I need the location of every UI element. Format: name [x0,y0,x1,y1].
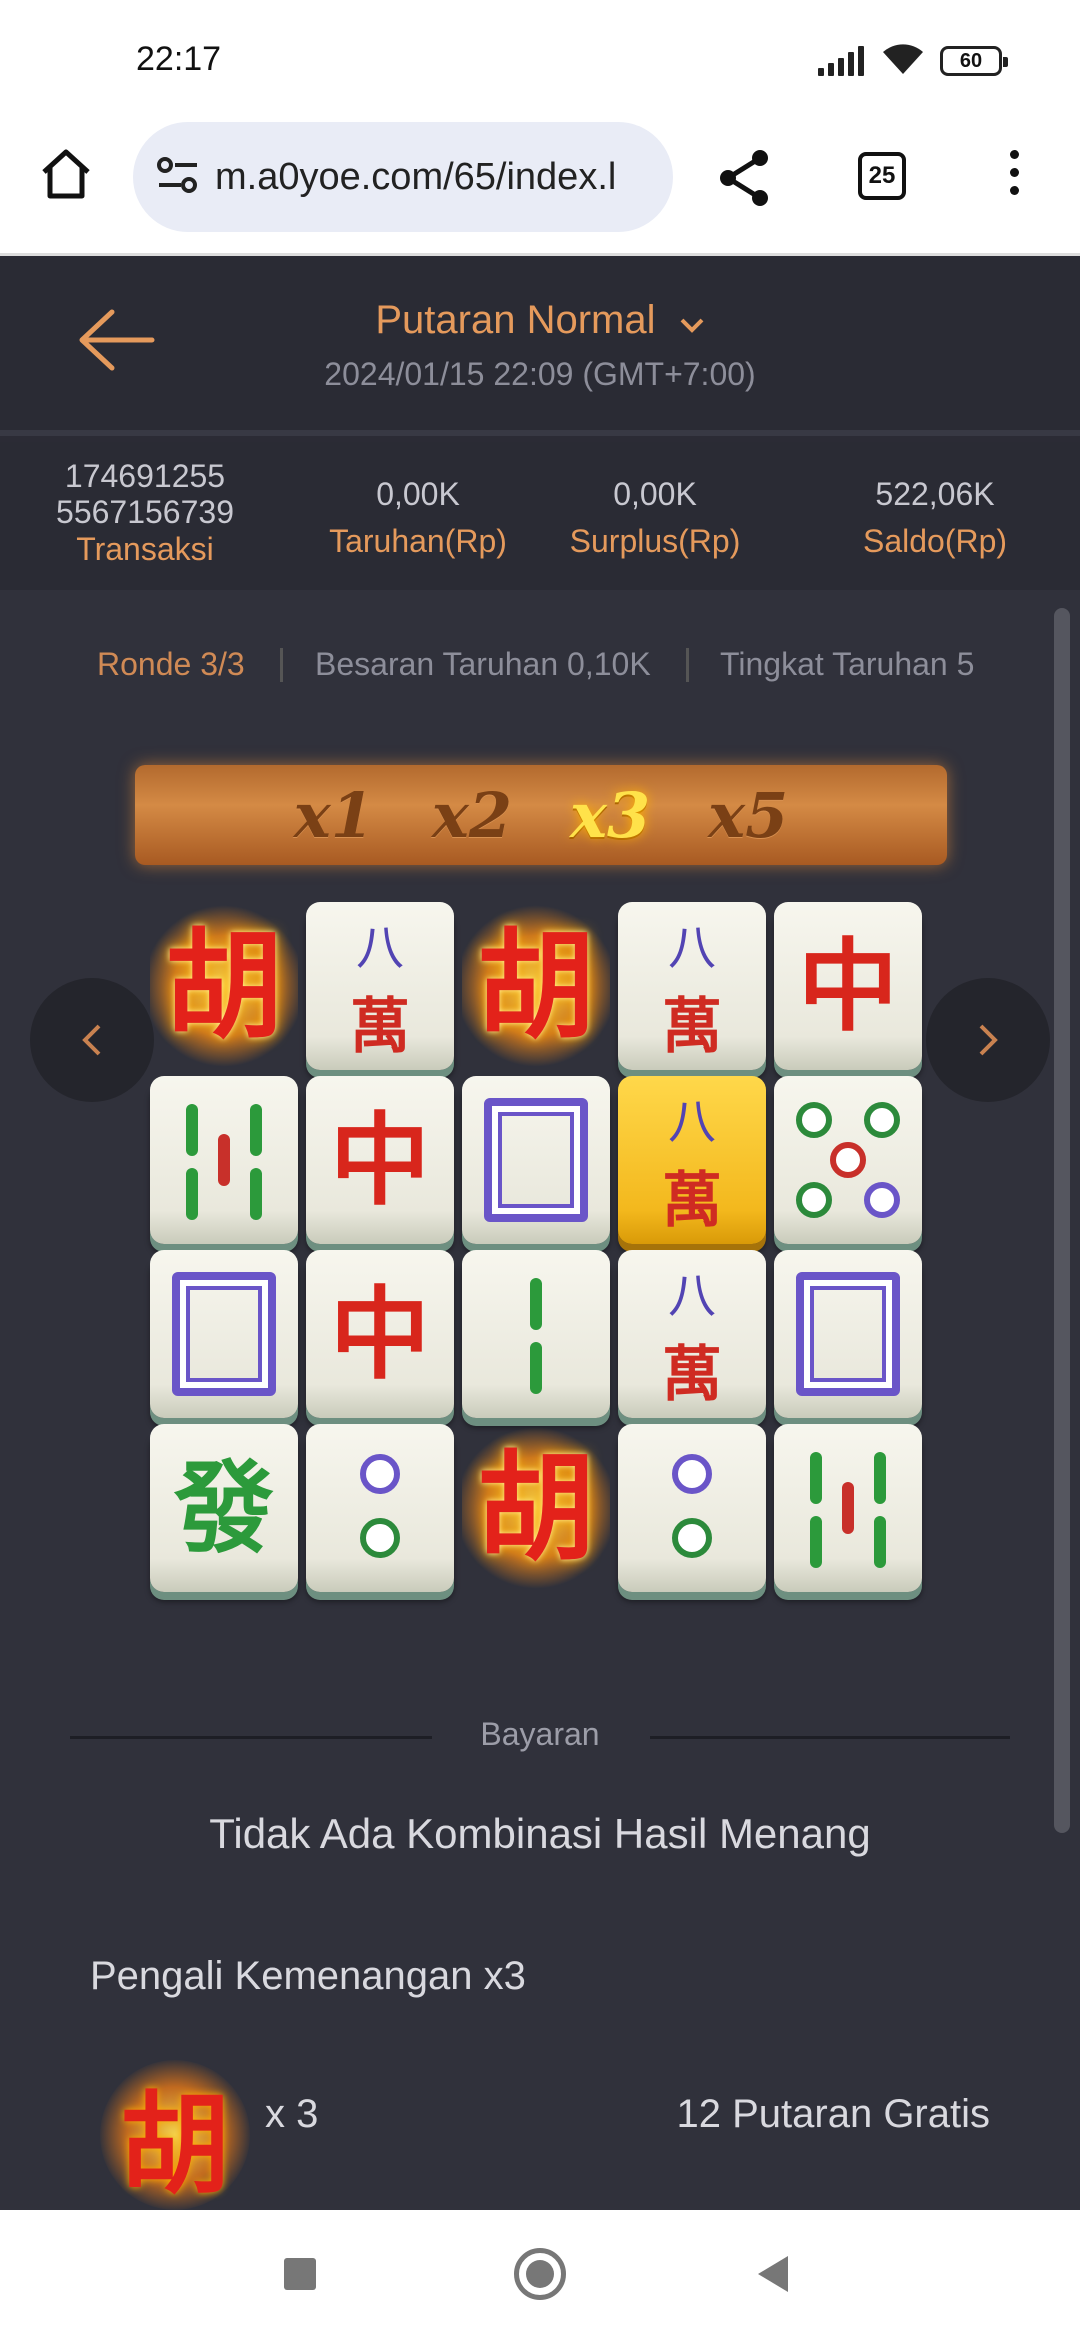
home-icon[interactable] [38,146,94,207]
divider [280,648,283,682]
back-button[interactable] [758,2256,788,2292]
divider [686,648,689,682]
tile-hu: 胡 [462,1424,610,1592]
more-options-icon[interactable] [1010,150,1019,195]
payout-divider: Bayaran [70,1716,1010,1756]
recent-apps-button[interactable] [284,2258,316,2290]
surplus-value: 0,00K [613,476,697,512]
spin-type-selector[interactable]: Putaran Normal [0,298,1080,345]
status-bar: 22:17 60 [0,0,1080,110]
site-settings-icon[interactable] [155,155,201,200]
tile-zhong: 中 [306,1076,454,1244]
spin-type-label: Putaran Normal [375,298,656,342]
transaction-id-line1: 174691255 [64,458,226,494]
free-spin-row: 胡 x 3 12 Putaran Gratis [100,2060,1000,2210]
multiplier-x5: x5 [708,778,789,852]
multiplier-bar: x1 x2 x3 x5 [135,765,947,865]
signal-icon [818,46,864,76]
tile-white [462,1076,610,1244]
tile-bamboo5 [774,1424,922,1592]
tile-bamboo5 [150,1076,298,1244]
spin-detail-panel[interactable]: Ronde 3/3 Besaran Taruhan 0,10K Tingkat … [0,590,1080,2210]
next-round-button[interactable] [926,978,1050,1102]
clock: 22:17 [136,40,222,78]
balance-label: Saldo(Rp) [862,523,1008,559]
browser-toolbar: m.a0yoe.com/65/index.l 25 [0,110,1080,256]
tile-circle2 [618,1424,766,1592]
chevron-down-icon [679,300,705,345]
surplus-stat: 0,00K Surplus(Rp) [555,476,755,560]
tile-bamboo2 [462,1250,610,1418]
share-icon[interactable] [716,148,772,213]
tile-circle2 [306,1424,454,1592]
multiplier-x2: x2 [431,778,512,852]
round-number: Ronde 3/3 [97,646,245,682]
tile-white [774,1250,922,1418]
balance-stat: 522,06K Saldo(Rp) [840,476,1030,560]
balance-value: 522,06K [875,476,995,512]
tile-wan8-gold: 八萬 [618,1076,766,1244]
game-history-header: Putaran Normal 2024/01/15 22:09 (GMT+7:0… [0,258,1080,436]
tile-hu: 胡 [150,902,298,1070]
bet-level: Tingkat Taruhan 5 [720,646,975,682]
tile-wan8: 八萬 [618,1250,766,1418]
multiplier-x3: x3 [570,778,651,852]
tile-zhong: 中 [306,1250,454,1418]
win-multiplier-text: Pengali Kemenangan x3 [90,1954,526,1998]
surplus-label: Surplus(Rp) [569,523,741,559]
tile-wan8: 八萬 [306,902,454,1070]
payout-label: Bayaran [480,1716,600,1752]
battery-icon: 60 [940,46,1008,76]
tile-circle5 [774,1076,922,1244]
transaction-id-line2: 5567156739 [56,494,234,530]
bet-label: Taruhan(Rp) [329,523,507,559]
bet-stat: 0,00K Taruhan(Rp) [318,476,518,560]
multiplier-x1: x1 [293,778,374,852]
tile-wan8: 八萬 [618,902,766,1070]
transaction-stat: 174691255 5567156739 Transaksi [50,458,240,568]
tile-fa: 發 [150,1424,298,1592]
scrollbar[interactable] [1054,608,1070,1833]
reel-grid: 胡八萬胡八萬中中八萬中八萬發胡 [150,902,930,1602]
home-button[interactable] [514,2248,566,2300]
previous-round-button[interactable] [30,978,154,1102]
stats-row: 174691255 5567156739 Transaksi 0,00K Tar… [0,442,1080,590]
tile-hu: 胡 [462,902,610,1070]
url-text: m.a0yoe.com/65/index.l [215,155,617,198]
system-navigation-bar [0,2210,1080,2340]
bet-size: Besaran Taruhan 0,10K [315,646,651,682]
wifi-icon [880,42,926,81]
free-spins-awarded: 12 Putaran Gratis [676,2092,991,2136]
tile-white [150,1250,298,1418]
tile-zhong: 中 [774,902,922,1070]
transaction-label: Transaksi [76,531,214,567]
spin-datetime: 2024/01/15 22:09 (GMT+7:00) [324,356,756,392]
tab-switcher-button[interactable]: 25 [858,152,906,200]
bet-value: 0,00K [376,476,460,512]
address-bar[interactable]: m.a0yoe.com/65/index.l [133,122,673,232]
scatter-count: x 3 [265,2092,319,2136]
no-win-message: Tidak Ada Kombinasi Hasil Menang [209,1810,871,1857]
scatter-symbol-icon: 胡 [100,2060,250,2210]
